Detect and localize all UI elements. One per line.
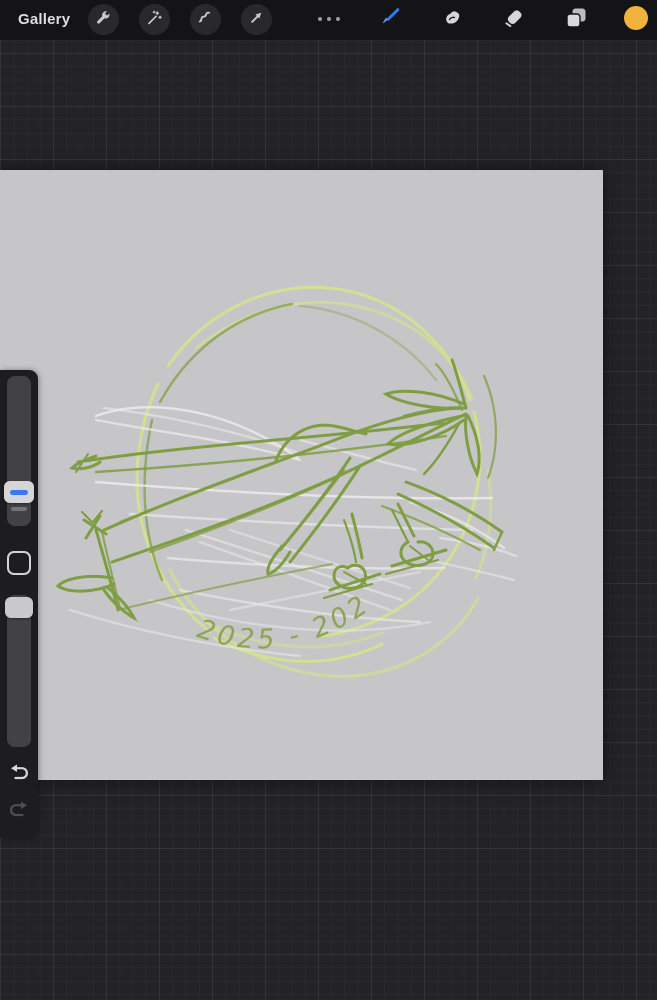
transform-button[interactable] <box>240 4 272 35</box>
canvas-options-button[interactable] <box>314 8 344 32</box>
erase-tool-button[interactable] <box>501 7 527 33</box>
brush-size-previous-marker <box>11 507 27 511</box>
redo-icon <box>6 801 32 826</box>
adjustments-button[interactable] <box>138 4 170 35</box>
color-button[interactable] <box>623 5 649 36</box>
wrench-icon <box>94 8 113 32</box>
smudge-icon <box>440 6 464 35</box>
eraser-icon <box>502 5 527 35</box>
top-toolbar: Gallery <box>0 0 657 40</box>
drawing-canvas[interactable]: 2025 - 202 <box>0 170 603 780</box>
paint-brush-icon <box>378 5 403 35</box>
selection-s-icon <box>196 8 215 32</box>
airplane-sketch: 2025 - 202 <box>55 285 518 678</box>
layers-icon <box>563 5 589 36</box>
undo-button[interactable] <box>6 759 32 785</box>
brush-size-handle[interactable] <box>4 481 34 503</box>
procreate-screen: 2025 - 202 Gallery <box>0 0 657 1000</box>
color-swatch <box>623 5 649 36</box>
magic-wand-icon <box>145 8 164 32</box>
modify-button[interactable] <box>7 551 31 575</box>
gallery-button[interactable]: Gallery <box>18 0 70 40</box>
actions-button[interactable] <box>87 4 119 35</box>
smudge-tool-button[interactable] <box>439 7 465 33</box>
layers-button[interactable] <box>562 6 590 34</box>
paint-tool-button[interactable] <box>377 7 403 33</box>
transform-arrow-icon <box>247 8 266 32</box>
selection-button[interactable] <box>189 4 221 35</box>
brush-sidebar <box>0 370 38 838</box>
white-sketch-strokes <box>68 406 518 658</box>
ellipsis-icon <box>316 11 342 29</box>
brush-size-slider[interactable] <box>7 376 31 526</box>
brush-size-accent <box>10 489 28 495</box>
redo-button[interactable] <box>6 796 32 822</box>
undo-icon <box>6 764 32 789</box>
opacity-handle[interactable] <box>5 597 33 618</box>
